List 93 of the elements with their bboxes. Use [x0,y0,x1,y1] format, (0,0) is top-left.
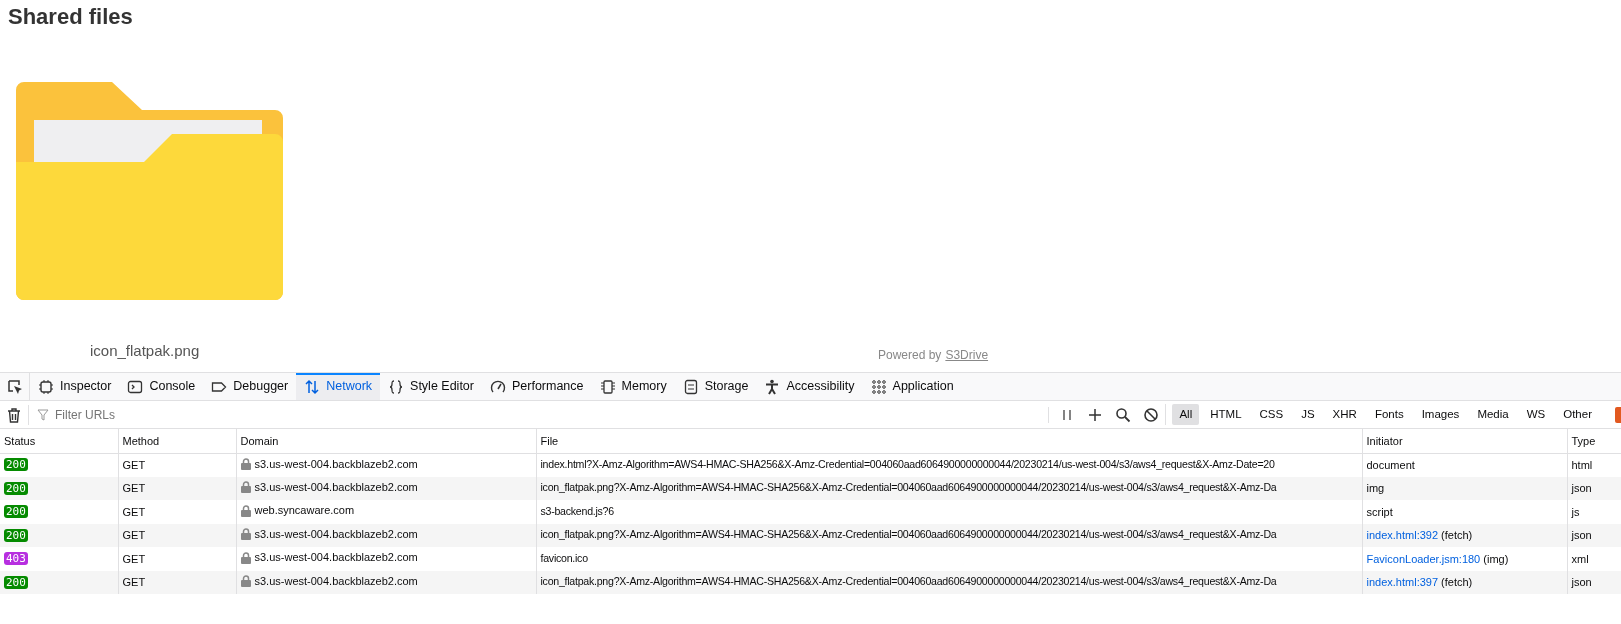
type-filter-button[interactable]: Other [1556,403,1599,426]
devtools-tab[interactable]: Memory [591,373,675,400]
devtools-tab[interactable]: Performance [481,373,592,400]
trash-icon [6,406,22,423]
table-cell: GET [118,547,236,571]
status-code: 403 [4,552,28,565]
devtools-tab[interactable]: Style Editor [380,373,482,400]
devtools-tab[interactable]: Application [862,373,962,400]
table-cell: img [1362,476,1567,500]
status-code: 200 [4,575,28,589]
lock-icon [240,528,251,541]
lock-icon [240,481,251,494]
picker-icon [6,378,23,395]
lock-icon [240,575,251,588]
domain-text: s3.us-west-004.backblazeb2.com [254,526,418,542]
status-code: 200 [4,505,28,518]
devtools-tab[interactable]: Network [296,373,381,400]
table-cell: json [1567,523,1621,547]
lock-icon [240,504,251,517]
table-cell: icon_flatpak.png?X-Amz-Algorithm=AWS4-HMAC-SHA256&X-Amz-Credential=004060aad6064900000000044/20230214/us-west-004/s3/aws4_request&X-Amz-Da [536,476,1362,500]
initiator-note: (fetch) [1441,576,1473,588]
type-filter-button[interactable]: XHR [1325,403,1364,426]
type-filter-button[interactable]: Images [1414,403,1467,426]
domain-text: web.syncaware.com [254,503,355,519]
table-cell: icon_flatpak.png?X-Amz-Algorithm=AWS4-HMAC-SHA256&X-Amz-Credential=004060aad6064900000000044/20230214/us-west-004/s3/aws4_request&X-Amz-Da [536,523,1362,547]
footer-text: Powered by [878,347,942,364]
table-cell: GET [118,453,236,477]
devtools-tab[interactable]: Debugger [203,373,297,400]
initiator-link[interactable]: index.html:397 [1366,576,1439,588]
type-filter-button[interactable]: HTML [1203,403,1249,426]
devtools-tab[interactable]: Console [119,373,204,400]
table-cell: json [1567,476,1621,500]
devtools-tab[interactable]: Accessibility [756,373,863,400]
console-icon [127,378,144,395]
type-filter-button[interactable]: Fonts [1367,403,1411,426]
type-filter-button[interactable]: CSS [1252,403,1291,426]
table-cell: html [1567,453,1621,477]
column-header[interactable]: Method [118,429,236,453]
block-icon [1143,406,1160,423]
chip-icon [38,378,54,395]
type-filter-button[interactable]: All [1172,403,1200,426]
table-cell: xml [1567,547,1621,571]
type-filter-button[interactable]: JS [1294,403,1322,426]
table-cell: index.html?X-Amz-Algorithm=AWS4-HMAC-SHA256&X-Amz-Credential=004060aad6064900000000044/20230214/us-west-004/s3/aws4_request&X-Amz-Date=20 [536,453,1362,477]
table-cell: favicon.ico [536,547,1362,571]
table-cell: GET [118,476,236,500]
column-header[interactable]: File [536,429,1362,453]
initiator-link[interactable]: FaviconLoader.jsm:180 [1366,552,1481,565]
plus-icon [1087,406,1104,423]
devtools-tab[interactable]: Inspector [30,373,120,400]
person-icon [764,378,781,395]
initiator-note: (img) [1483,552,1509,565]
braces-icon [388,378,405,395]
domain-text: s3.us-west-004.backblazeb2.com [254,479,418,495]
lock-icon [240,457,251,470]
column-header[interactable]: Domain [236,429,536,453]
footer-link[interactable]: S3Drive [945,346,989,364]
table-cell: script [1362,500,1567,524]
lock-icon [240,551,251,564]
status-code: 200 [4,528,28,542]
grid-icon [870,378,887,395]
table-cell: json [1567,570,1621,594]
table-cell: GET [118,570,236,594]
table-cell: document [1362,453,1567,477]
table-cell: js [1567,500,1621,524]
domain-text: s3.us-west-004.backblazeb2.com [254,573,418,589]
storage-icon [682,378,699,395]
gauge-icon [489,378,506,395]
status-code: 200 [4,458,28,472]
memory-chip-icon [599,378,616,395]
search-icon [1115,406,1132,423]
type-filter-button[interactable]: Media [1470,403,1516,426]
column-header[interactable]: Type [1567,429,1621,453]
type-filter-button[interactable]: WS [1519,403,1553,426]
column-header[interactable]: Initiator [1362,429,1567,453]
folder-icon [16,82,283,300]
devtools-tab[interactable]: Storage [674,373,757,400]
filter-field[interactable]: Filter URLs [53,404,253,425]
table-cell: icon_flatpak.png?X-Amz-Algorithm=AWS4-HMAC-SHA256&X-Amz-Credential=004060aad6064900000000044/20230214/us-west-004/s3/aws4_request&X-Amz-Da [536,570,1362,594]
file-name[interactable]: icon_flatpak.png [90,340,200,363]
status-code: 200 [4,481,28,495]
filter-icon [37,408,49,421]
warning-icon [1615,406,1621,423]
up-down-arrows-icon [304,378,321,395]
domain-text: s3.us-west-004.backblazeb2.com [254,456,418,472]
table-cell: GET [118,500,236,524]
domain-text: s3.us-west-004.backblazeb2.com [254,550,418,566]
table-cell: GET [118,523,236,547]
column-header[interactable]: Status [0,429,118,453]
initiator-link[interactable]: index.html:392 [1366,529,1439,541]
page-title: Shared files [8,4,134,30]
initiator-note: (fetch) [1441,529,1473,541]
table-cell: s3-backend.js?6 [536,500,1362,524]
